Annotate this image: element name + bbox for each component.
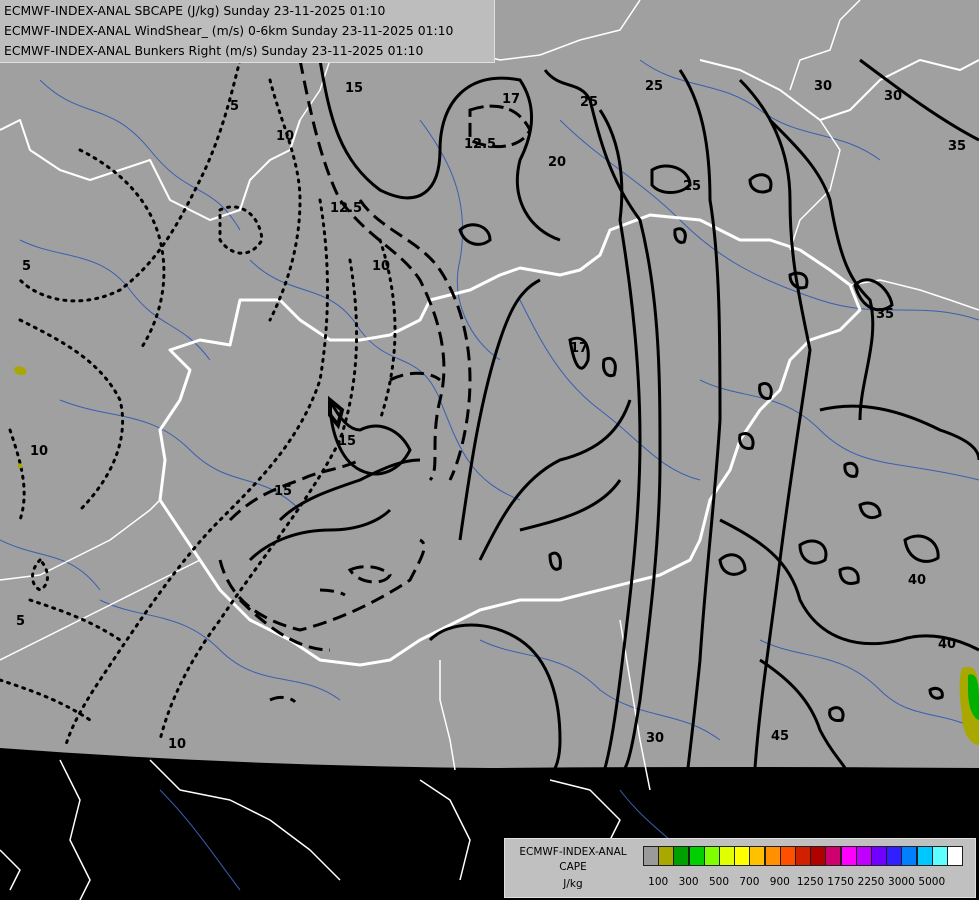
label-bk-4: 15 [338,434,356,449]
label-bk-2: 10 [372,259,390,274]
label-ws-10: 35 [876,307,894,322]
legend-tick: 500 [708,876,730,888]
label-bk-0: 12.5 [464,137,496,152]
legend-tick: 2250 [857,876,885,888]
legend-tick: 900 [769,876,790,888]
label-ws-13: 45 [771,729,789,744]
legend-tick: 5000 [918,876,946,888]
header-info: ECMWF-INDEX-ANAL SBCAPE (J/kg) Sunday 23… [0,0,495,63]
weather-map: 15 17 17 20 25 25 25 30 30 35 35 40 40 4… [0,0,979,900]
header-line-bunkers: ECMWF-INDEX-ANAL Bunkers Right (m/s) Sun… [4,43,424,58]
legend-swatch [688,846,705,866]
legend-swatch [947,846,963,866]
legend-tick: 300 [678,876,699,888]
legend-swatch [643,846,659,866]
legend-swatch [916,846,933,866]
label-dt-2: 5 [22,259,31,274]
label-dt-4: 10 [30,444,48,459]
legend-swatch [810,846,827,866]
legend-tick: 1250 [796,876,824,888]
legend-swatch [673,846,690,866]
legend-tick: 3000 [888,876,915,888]
cape-legend: ECMWF-INDEX-ANAL CAPE J/kg 100 300 500 700 9… [504,838,976,898]
label-ws-11: 40 [908,573,926,588]
legend-swatch [734,846,751,866]
label-ws-3: 20 [548,155,566,170]
label-ws-12: 40 [938,637,956,652]
label-bk-3: 10 [276,129,294,144]
header-line-windshear: ECMWF-INDEX-ANAL WindShear_ (m/s) 0-6km … [4,23,454,38]
legend-swatch [886,846,903,866]
label-ws-14: 30 [646,731,664,746]
legend-title-unit: J/kg [563,878,583,890]
legend-swatch [840,846,857,866]
label-ws-9: 35 [948,139,966,154]
legend-swatch [658,846,675,866]
label-ws-6: 25 [683,179,701,194]
label-ws-2: 17 [570,341,588,356]
label-ws-7: 30 [814,79,832,94]
legend-swatch [779,846,796,866]
legend-swatch [795,846,811,866]
label-dt-3: 5 [16,614,25,629]
label-bk-5: 15 [274,484,292,499]
label-dt-0: 5 [230,99,239,114]
label-dt-1: 10 [168,737,186,752]
map-canvas: 15 17 17 20 25 25 25 30 30 35 35 40 40 4… [0,0,979,900]
legend-tick: 700 [739,876,760,888]
legend-swatch [749,846,766,866]
legend-swatch [825,846,842,866]
label-ws-0: 15 [345,81,363,96]
label-ws-4: 25 [580,95,598,110]
legend-swatch [901,846,918,866]
legend-swatch [871,846,887,866]
header-line-sbcape: ECMWF-INDEX-ANAL SBCAPE (J/kg) Sunday 23… [4,3,386,18]
label-bk-1: 12.5 [330,201,362,216]
legend-swatch [931,846,948,866]
label-ws-8: 30 [884,89,902,104]
legend-swatch [703,846,720,866]
legend-tick: 100 [648,876,669,888]
label-ws-1: 17 [502,92,520,107]
legend-tick: 1750 [827,876,854,888]
legend-title-field: CAPE [559,861,587,873]
legend-swatch [719,846,735,866]
label-ws-5: 25 [645,79,663,94]
legend-swatch [855,846,872,866]
legend-swatch [764,846,781,866]
legend-title-model: ECMWF-INDEX-ANAL [519,846,627,858]
